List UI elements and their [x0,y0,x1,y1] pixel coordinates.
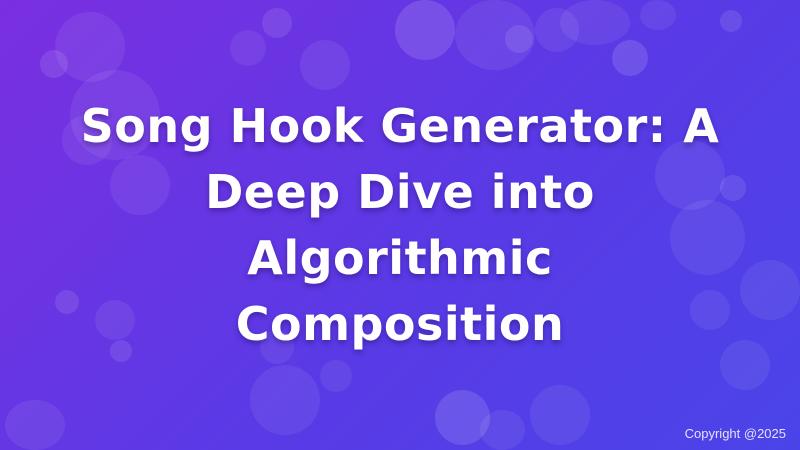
page-title: Song Hook Generator: A Deep Dive into Al… [80,99,720,351]
title-banner: Song Hook Generator: A Deep Dive into Al… [0,0,800,450]
copyright-notice: Copyright @2025 [684,426,786,441]
title-area: Song Hook Generator: A Deep Dive into Al… [0,0,800,450]
